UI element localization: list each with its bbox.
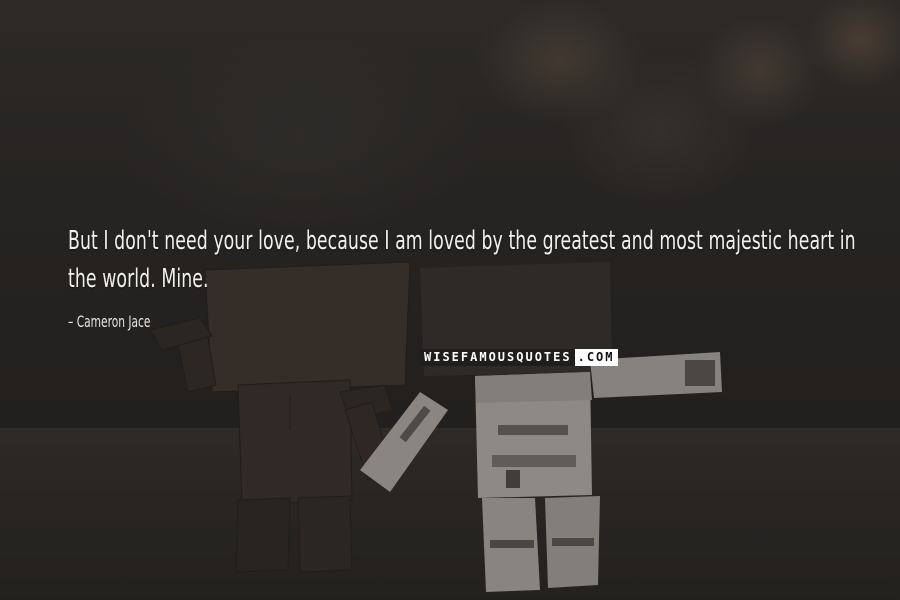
watermark-logo: WISEFAMOUSQUOTES .COM [420,349,618,366]
watermark-brand: WISEFAMOUSQUOTES [420,349,575,366]
quote-text: But I don't need your love, because I am… [68,226,856,294]
quote-image: But I don't need your love, because I am… [0,0,900,600]
watermark-domain: .COM [574,349,618,366]
quote-author: – Cameron Jace [68,312,151,331]
toy-figures-illustration [0,0,900,600]
author-name: Cameron Jace [76,312,151,331]
